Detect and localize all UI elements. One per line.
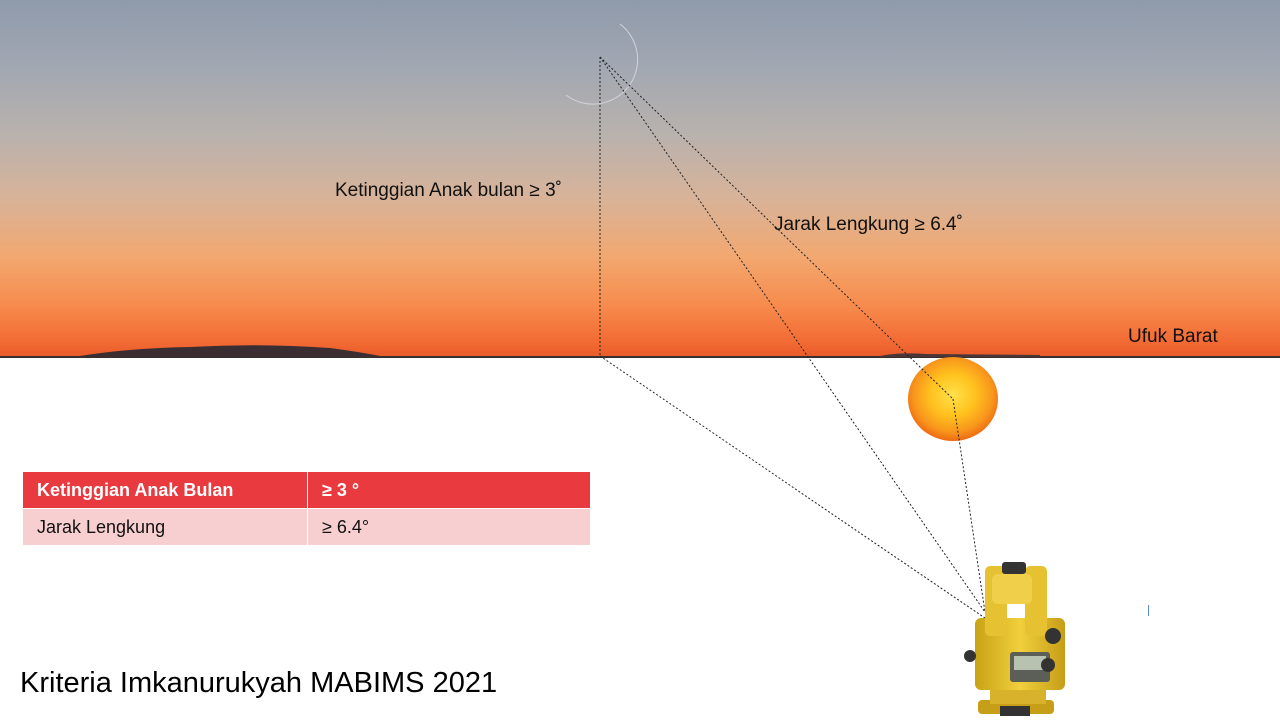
theodolite-icon bbox=[964, 562, 1065, 716]
criteria-table: Ketinggian Anak Bulan ≥ 3 ° Jarak Lengku… bbox=[22, 471, 591, 546]
table-row: Jarak Lengkung ≥ 6.4° bbox=[22, 508, 591, 546]
table-header-criterion: Ketinggian Anak Bulan bbox=[22, 471, 308, 509]
hill-silhouette-right bbox=[880, 353, 1040, 357]
west-horizon-label: Ufuk Barat bbox=[1128, 326, 1218, 347]
table-header-value: ≥ 3 ° bbox=[307, 471, 591, 509]
moon-observer-line bbox=[599, 56, 986, 613]
table-header-row: Ketinggian Anak Bulan ≥ 3 ° bbox=[22, 471, 591, 509]
table-cell-value: ≥ 6.4° bbox=[307, 508, 591, 546]
slide-title: Kriteria Imkanurukyah MABIMS 2021 bbox=[20, 667, 498, 699]
moon-height-label: Ketinggian Anak bulan ≥ 3˚ bbox=[335, 180, 562, 201]
scene-diagram bbox=[80, 23, 1065, 716]
table-cell-criterion: Jarak Lengkung bbox=[22, 508, 308, 546]
arc-distance-label: Jarak Lengkung ≥ 6.4˚ bbox=[774, 214, 963, 235]
cursor-mark bbox=[1148, 605, 1149, 616]
hill-silhouette bbox=[80, 345, 380, 356]
crescent-moon-icon bbox=[565, 23, 639, 105]
